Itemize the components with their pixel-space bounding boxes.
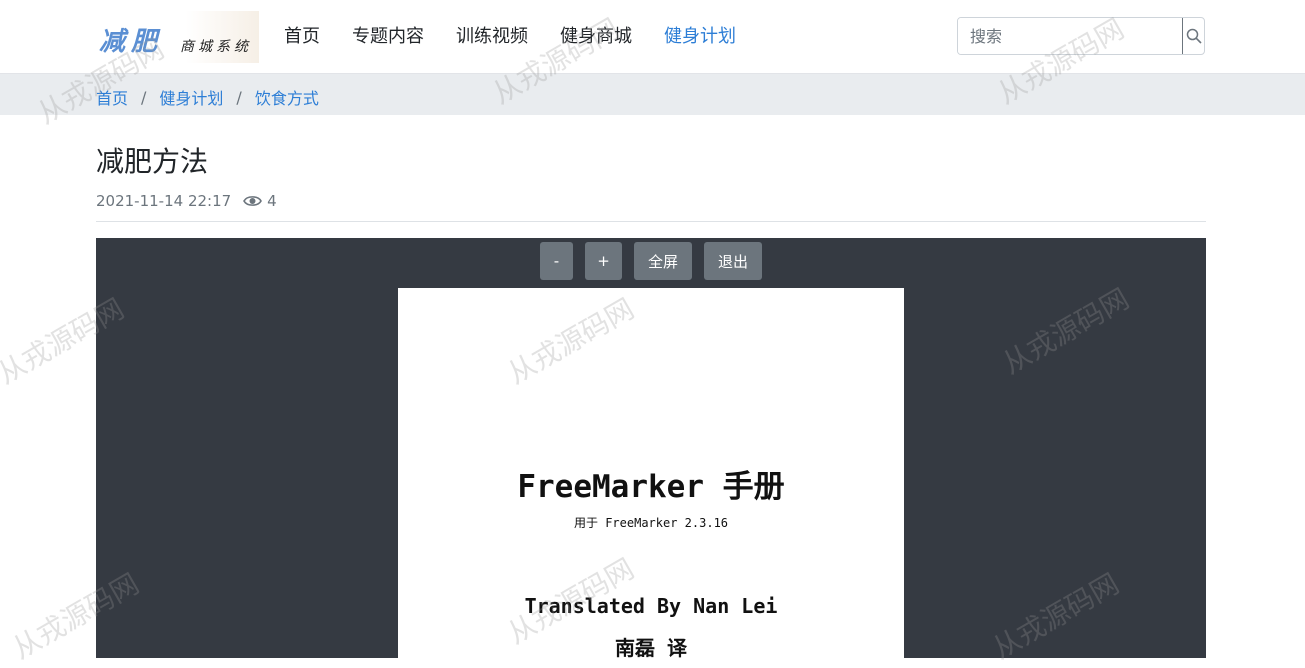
fullscreen-button[interactable]: 全屏	[634, 242, 692, 280]
publish-date: 2021-11-14 22:17	[96, 192, 232, 210]
view-count-value: 4	[267, 192, 277, 210]
exit-button[interactable]: 退出	[704, 242, 762, 280]
page-title: 减肥方法	[96, 145, 209, 178]
nav-home[interactable]: 首页	[284, 25, 320, 49]
breadcrumb-diet[interactable]: 饮食方式	[255, 85, 319, 109]
nav-topics[interactable]: 专题内容	[352, 25, 424, 49]
breadcrumb-bar: 首页 / 健身计划 / 饮食方式	[0, 74, 1305, 115]
zoom-out-button[interactable]: -	[540, 242, 573, 280]
main-nav: 首页 专题内容 训练视频 健身商城 健身计划	[284, 25, 768, 49]
top-navbar: 减肥 商城系统 首页 专题内容 训练视频 健身商城 健身计划	[0, 0, 1305, 74]
breadcrumb-separator: /	[141, 87, 147, 107]
search-button[interactable]	[1182, 18, 1204, 54]
search-icon	[1186, 28, 1202, 44]
viewer-controls: - + 全屏 退出	[96, 242, 1206, 280]
zoom-in-button[interactable]: +	[585, 242, 622, 280]
search-form	[957, 17, 1205, 55]
breadcrumb-home[interactable]: 首页	[96, 85, 128, 109]
nav-fitness-plan[interactable]: 健身计划	[664, 25, 736, 49]
divider	[96, 221, 1206, 222]
site-logo[interactable]: 减肥 商城系统	[96, 11, 259, 63]
article-meta: 2021-11-14 22:17 4	[96, 192, 277, 210]
search-input[interactable]	[958, 18, 1182, 54]
breadcrumb-separator: /	[236, 87, 242, 107]
logo-sub-text: 商城系统	[180, 39, 252, 55]
breadcrumb-fitness-plan[interactable]: 健身计划	[159, 85, 223, 109]
nav-fitness-shop[interactable]: 健身商城	[560, 25, 632, 49]
document-viewer: - + 全屏 退出 FreeMarker 手册 用于 FreeMarker 2.…	[96, 238, 1206, 668]
logo-main-text: 减肥	[99, 27, 164, 57]
view-count: 4	[243, 192, 277, 210]
document-translator-cn: 南磊 译	[614, 636, 688, 660]
document-title: FreeMarker 手册	[517, 469, 785, 505]
document-page[interactable]: FreeMarker 手册 用于 FreeMarker 2.3.16 Trans…	[398, 288, 904, 668]
breadcrumb: 首页 / 健身计划 / 饮食方式	[96, 85, 319, 109]
document-subtitle: 用于 FreeMarker 2.3.16	[573, 516, 729, 530]
eye-icon	[243, 196, 263, 206]
document-translator: Translated By Nan Lei	[524, 594, 778, 618]
nav-training-videos[interactable]: 训练视频	[456, 25, 528, 49]
